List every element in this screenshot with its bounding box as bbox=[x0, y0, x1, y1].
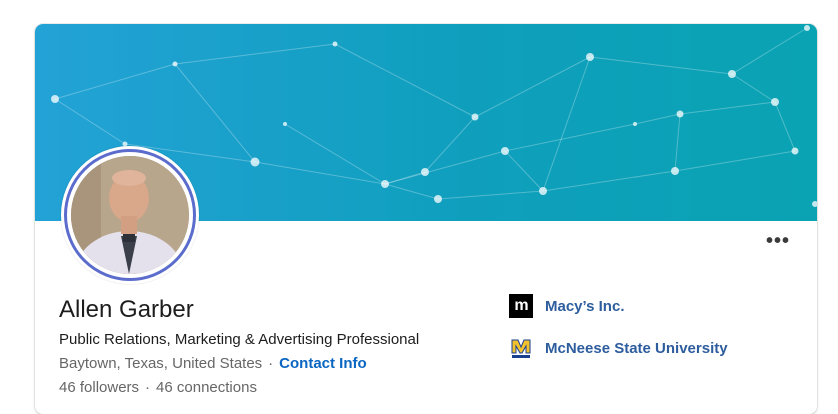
macys-logo-text: m bbox=[514, 297, 528, 314]
education-link[interactable]: McNeese State University bbox=[509, 336, 728, 360]
profile-name: Allen Garber bbox=[59, 296, 194, 323]
followers-count: 46 followers bbox=[59, 379, 140, 396]
avatar[interactable] bbox=[71, 156, 189, 274]
macys-logo-icon: m bbox=[509, 294, 533, 318]
separator-dot: · bbox=[268, 355, 274, 372]
profile-photo-frame[interactable] bbox=[61, 146, 199, 284]
education-label: McNeese State University bbox=[545, 339, 728, 357]
mcneese-logo-icon bbox=[509, 336, 533, 360]
more-options-button[interactable]: ••• bbox=[765, 231, 791, 254]
profile-photo bbox=[71, 156, 189, 274]
mcneese-logo-graphic bbox=[510, 337, 532, 359]
profile-location: Baytown, Texas, United States bbox=[59, 355, 263, 372]
connections-link[interactable]: 46 connections bbox=[156, 379, 257, 396]
current-company-label: Macy’s Inc. bbox=[545, 297, 625, 315]
separator-dot: · bbox=[145, 379, 151, 396]
stats-row: 46 followers · 46 connections bbox=[59, 379, 257, 396]
profile-headline: Public Relations, Marketing & Advertisin… bbox=[59, 331, 420, 348]
current-company-link[interactable]: m Macy’s Inc. bbox=[509, 294, 624, 318]
location-row: Baytown, Texas, United States · Contact In… bbox=[59, 355, 367, 372]
contact-info-link[interactable]: Contact Info bbox=[279, 355, 367, 372]
profile-card: ••• Allen Garber Public Relations, Marke… bbox=[35, 24, 817, 414]
